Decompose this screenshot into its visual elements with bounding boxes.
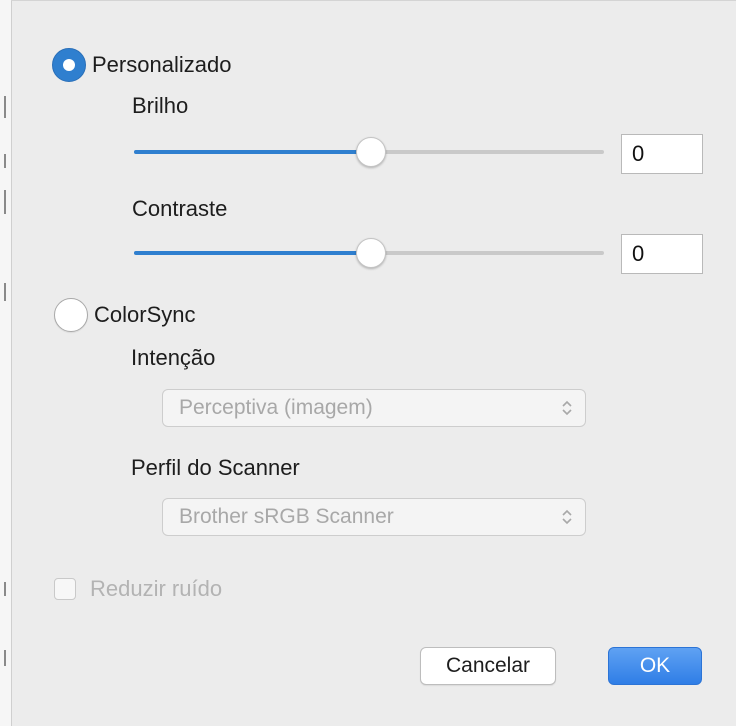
contrast-value-field[interactable]: 0 [621,234,703,274]
colorsync-radio[interactable] [54,298,88,332]
background-window-edge [0,0,12,726]
intent-label: Intenção [131,345,216,370]
noise-reduction-checkbox[interactable] [54,578,76,600]
scanner-profile-popup-value: Brother sRGB Scanner [179,505,394,528]
edge-mark [4,582,6,596]
contrast-label: Contraste [132,196,228,221]
slider-knob[interactable] [356,238,386,268]
brightness-slider[interactable] [134,137,604,167]
scanner-profile-label: Perfil do Scanner [131,455,300,480]
contrast-slider[interactable] [134,238,604,268]
slider-knob[interactable] [356,137,386,167]
dialog-top-border [11,0,736,1]
edge-mark [4,283,6,301]
slider-fill [134,150,371,154]
chevron-up-down-icon [559,499,575,535]
custom-radio-label[interactable]: Personalizado [92,52,231,78]
edge-mark [4,650,6,666]
brightness-value-field[interactable]: 0 [621,134,703,174]
colorsync-radio-label[interactable]: ColorSync [94,302,195,328]
scanner-profile-popup[interactable]: Brother sRGB Scanner [162,498,586,536]
edge-mark [4,96,6,118]
edge-mark [4,190,6,214]
intent-popup[interactable]: Perceptiva (imagem) [162,389,586,427]
radio-dot-icon [63,59,75,71]
edge-mark [4,154,6,168]
chevron-up-down-icon [559,390,575,426]
ok-button[interactable]: OK [608,647,702,685]
custom-radio[interactable] [52,48,86,82]
intent-popup-value: Perceptiva (imagem) [179,396,373,419]
noise-reduction-label: Reduzir ruído [90,576,223,601]
brightness-label: Brilho [132,93,189,118]
cancel-button[interactable]: Cancelar [420,647,556,685]
slider-fill [134,251,371,255]
